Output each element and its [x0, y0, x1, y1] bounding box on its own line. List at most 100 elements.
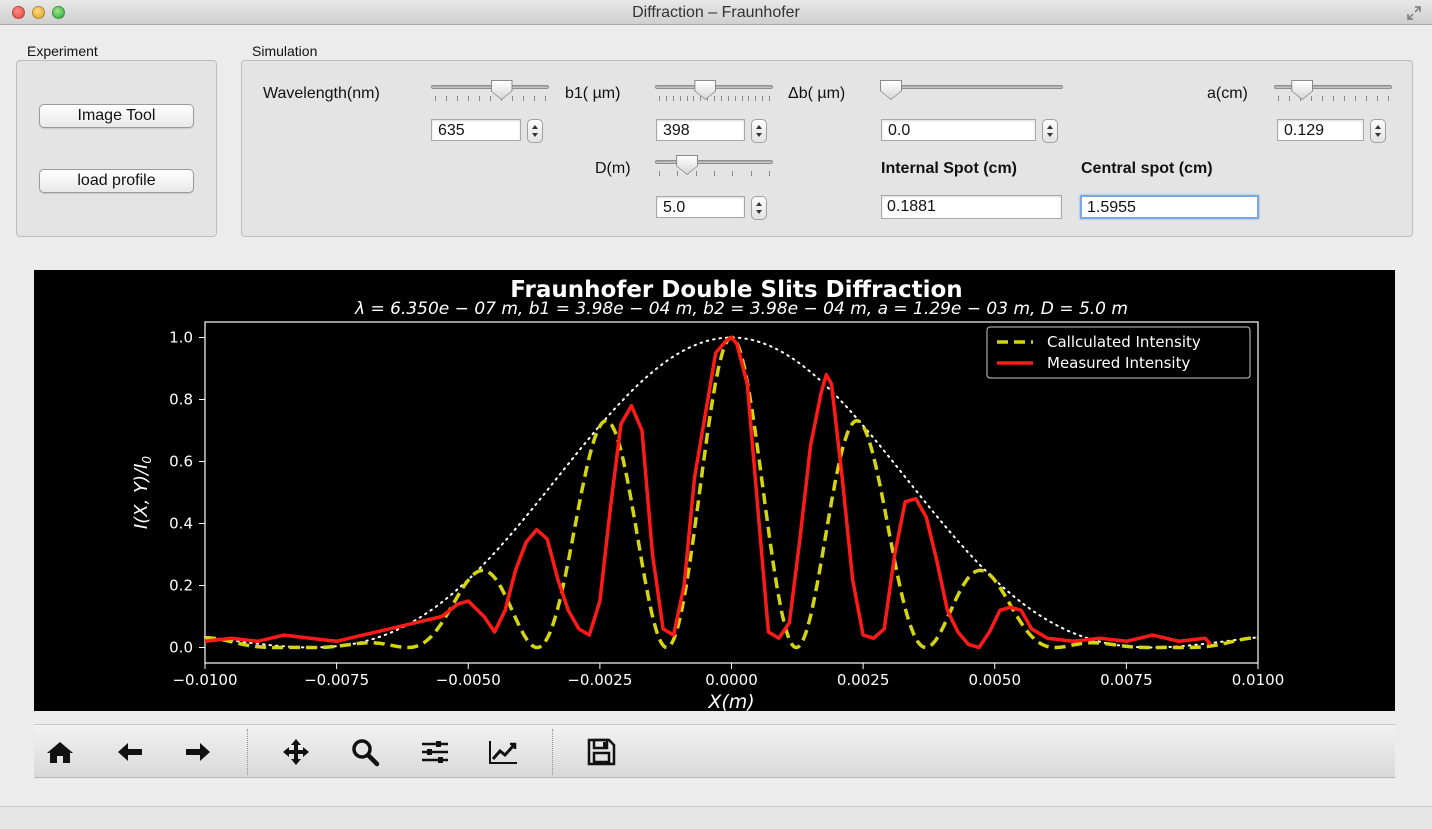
legend-calculated-label: Callculated Intensity [1047, 333, 1201, 351]
step-down-icon[interactable] [756, 133, 762, 137]
calculated-intensity-line [205, 335, 1258, 650]
x-tick-label: 0.0100 [1232, 671, 1285, 689]
slider-thumb[interactable] [881, 81, 901, 99]
home-button[interactable] [44, 737, 76, 767]
slider-tick [714, 96, 715, 101]
x-tick-label: 0.0075 [1100, 671, 1153, 689]
delta-b-stepper[interactable] [1042, 119, 1058, 143]
step-up-icon[interactable] [532, 125, 538, 129]
slider-tick [741, 96, 743, 101]
slider-tick [734, 96, 736, 101]
slider-track[interactable] [880, 85, 1063, 89]
x-tick-label: 0.0025 [837, 671, 890, 689]
x-tick-label: −0.0050 [436, 671, 501, 689]
slider-tick [1333, 96, 1334, 101]
central-spot-label: Central spot (cm) [1081, 160, 1213, 177]
slider-tick [1278, 96, 1279, 101]
forward-button[interactable] [182, 737, 214, 767]
slider-tick [732, 171, 734, 176]
step-down-icon[interactable] [532, 133, 538, 137]
delta-b-spinbox[interactable]: 0.0 [881, 119, 1061, 143]
step-down-icon[interactable] [1375, 133, 1381, 137]
wavelength-spinbox[interactable]: 635 [431, 119, 546, 143]
slider-tick [750, 171, 752, 176]
slider-tick [1366, 96, 1367, 101]
d-spinbox[interactable]: 5.0 [656, 196, 770, 220]
internal-spot-label: Internal Spot (cm) [881, 160, 1018, 177]
a-spinbox[interactable]: 0.129 [1277, 119, 1389, 143]
slider-tick [686, 96, 688, 101]
back-arrow-icon [118, 743, 142, 761]
step-up-icon[interactable] [1375, 125, 1381, 129]
slider-tick [679, 96, 681, 101]
step-down-icon[interactable] [756, 210, 762, 214]
home-icon [47, 742, 73, 763]
slider-tick [748, 96, 750, 101]
a-stepper[interactable] [1370, 119, 1386, 143]
slider-track[interactable] [655, 160, 773, 164]
slider-ticks [435, 96, 546, 102]
slider-tick [762, 96, 764, 101]
status-bar [0, 806, 1432, 829]
wavelength-slider[interactable] [431, 80, 549, 110]
d-stepper[interactable] [751, 196, 767, 220]
slider-tick [677, 171, 679, 176]
x-tick-label: 0.0050 [969, 671, 1022, 689]
slider-tick [512, 96, 513, 101]
step-up-icon[interactable] [756, 125, 762, 129]
y-axis-label: I(X, Y)/I0 [131, 456, 154, 530]
wavelength-stepper[interactable] [527, 119, 543, 143]
wavelength-input[interactable]: 635 [431, 119, 521, 141]
edit-curves-button[interactable] [487, 737, 519, 767]
load-profile-button[interactable]: load profile [39, 169, 194, 193]
subplots-button[interactable] [419, 737, 451, 767]
a-slider[interactable] [1274, 80, 1392, 110]
measured-intensity-line [204, 335, 1212, 650]
step-down-icon[interactable] [1047, 133, 1053, 137]
slider-tick [665, 96, 667, 101]
zoom-icon [352, 739, 380, 767]
delta-b-input[interactable]: 0.0 [881, 119, 1036, 141]
b1-spinbox[interactable]: 398 [656, 119, 770, 143]
save-button[interactable] [585, 737, 617, 767]
b1-label: b1( µm) [565, 85, 621, 102]
step-up-icon[interactable] [1047, 125, 1053, 129]
experiment-group-label: Experiment [27, 43, 98, 59]
window-title: Diffraction – Fraunhofer [632, 4, 800, 21]
slider-tick [659, 171, 660, 176]
x-tick-label: −0.0025 [567, 671, 632, 689]
simulation-group-label: Simulation [252, 43, 318, 59]
d-input[interactable]: 5.0 [656, 196, 745, 218]
a-label: a(cm) [1207, 85, 1248, 102]
d-label: D(m) [595, 160, 631, 177]
zoom-button[interactable] [349, 737, 381, 767]
pan-button[interactable] [280, 737, 312, 767]
save-icon [587, 738, 616, 766]
back-button[interactable] [114, 737, 146, 767]
slider-tick [659, 96, 660, 101]
internal-spot-field[interactable]: 0.1881 [881, 195, 1062, 219]
forward-arrow-icon [186, 743, 210, 761]
fullscreen-icon[interactable] [1406, 5, 1422, 21]
experiment-groupbox: Image Tool load profile [16, 60, 217, 237]
slider-tick [457, 96, 458, 101]
slider-tick [755, 96, 757, 101]
delta-b-slider[interactable] [880, 80, 1063, 110]
d-slider[interactable] [655, 155, 773, 185]
a-input[interactable]: 0.129 [1277, 119, 1364, 141]
slider-tick [1377, 96, 1378, 101]
b1-input[interactable]: 398 [656, 119, 745, 141]
step-up-icon[interactable] [756, 202, 762, 206]
y-tick-label: 0.4 [169, 515, 193, 533]
diffraction-plot[interactable]: Fraunhofer Double Slits Diffraction λ = 6… [34, 270, 1395, 711]
y-tick-label: 0.0 [169, 639, 193, 657]
image-tool-button[interactable]: Image Tool [39, 104, 194, 128]
slider-tick [435, 96, 436, 101]
central-spot-field[interactable]: 1.5955 [1080, 195, 1259, 219]
y-tick-label: 1.0 [169, 329, 193, 347]
toolbar-separator [247, 729, 248, 775]
b1-slider[interactable] [655, 80, 773, 110]
slider-track[interactable] [431, 85, 549, 89]
b1-stepper[interactable] [751, 119, 767, 143]
delta-b-label: Δb( µm) [788, 85, 846, 102]
